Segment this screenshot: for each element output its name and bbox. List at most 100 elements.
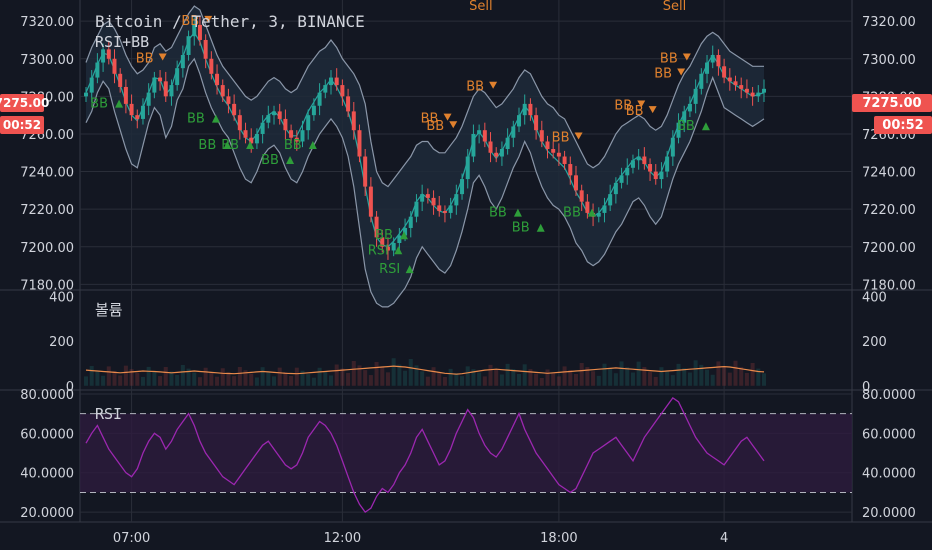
candle-body: [608, 194, 613, 206]
volume-bar: [420, 371, 425, 386]
candle-body: [129, 103, 134, 116]
price-tick-left: 7240.00: [20, 166, 74, 181]
sell-signal-label: BB: [626, 104, 644, 119]
volume-tick-left: 400: [49, 290, 74, 305]
candle-body: [334, 77, 339, 86]
volume-bar: [568, 370, 573, 386]
volume-bar: [226, 372, 231, 386]
volume-bar: [488, 364, 493, 386]
volume-bar: [727, 372, 732, 386]
volume-bar: [220, 368, 225, 386]
volume-bar: [112, 371, 117, 386]
candle-body: [84, 92, 88, 97]
candle-body: [169, 85, 174, 97]
sell-signal-arrow: [489, 81, 498, 89]
volume-bar: [613, 373, 618, 386]
volume-bar: [499, 374, 504, 386]
candle-body: [448, 205, 453, 213]
candle-body: [311, 105, 316, 116]
volume-bar: [135, 372, 140, 386]
volume-bar: [408, 358, 413, 386]
candle-body: [363, 156, 368, 187]
volume-bar: [237, 367, 242, 386]
candle-body: [494, 152, 499, 157]
volume-bar: [665, 371, 670, 386]
volume-bar: [249, 373, 254, 386]
candle-body: [744, 88, 749, 93]
countdown-left: 00:52: [3, 118, 41, 132]
price-tick-right: 7220.00: [862, 203, 916, 218]
volume-bar: [346, 372, 351, 386]
sell-signal-label: BB: [660, 52, 678, 67]
candle-body: [528, 103, 533, 116]
candle-body: [340, 85, 345, 97]
volume-bar: [95, 371, 100, 386]
volume-bar: [534, 373, 539, 386]
volume-bar: [454, 372, 459, 386]
candle-body: [158, 77, 163, 82]
volume-bar: [722, 366, 727, 386]
rsi-band-fill: [80, 413, 852, 493]
chart-canvas[interactable]: Sell SellBBBBBBBBBBBBBBBBBBBBBBBBBB BBBBBB…: [0, 0, 932, 550]
buy-signal-label: BB: [563, 206, 581, 221]
buy-signal-arrow: [513, 208, 522, 217]
rsi-tick-right: 60.0000: [862, 427, 916, 442]
candle-body: [454, 194, 459, 206]
price-tick-left: 7220.00: [20, 203, 74, 218]
sell-signal-label: BB: [466, 80, 484, 95]
candle-body: [220, 85, 225, 97]
buy-signal-label: BB: [677, 119, 695, 134]
volume-bar: [744, 372, 749, 386]
volume-bar: [465, 366, 470, 386]
volume-bar: [254, 377, 259, 386]
candle-body: [163, 81, 168, 97]
candle-body: [306, 115, 311, 131]
candle-body: [687, 103, 692, 112]
volume-bar: [602, 363, 607, 386]
symbol-title[interactable]: Bitcoin / Tether, 3, BINANCE: [95, 12, 365, 31]
rsi-tick-right: 40.0000: [862, 467, 916, 482]
candle-body: [437, 205, 442, 212]
volume-bar: [648, 372, 653, 386]
candle-body: [112, 58, 117, 74]
time-tick-label: 07:00: [113, 531, 150, 546]
candle-body: [283, 118, 288, 131]
volume-bar: [573, 373, 578, 386]
candle-body: [573, 175, 578, 191]
candle-body: [260, 122, 265, 134]
candle-body: [596, 212, 601, 217]
indicator-title[interactable]: RSI+BB: [95, 33, 149, 51]
volume-bar: [140, 376, 145, 386]
rsi-tick-left: 20.0000: [20, 506, 74, 521]
candle-body: [346, 96, 351, 112]
price-tick-left: 7200.00: [20, 241, 74, 256]
trading-chart[interactable]: Sell Sell BB BB BB BB BB BB BB BB BB BB BB BB BB BB BB BB…: [0, 0, 932, 550]
candle-body: [152, 77, 157, 93]
volume-bar: [209, 372, 214, 386]
volume-bar: [317, 367, 322, 386]
volume-bar: [175, 375, 180, 386]
candle-body: [705, 62, 710, 74]
candle-body: [277, 111, 282, 119]
candle-body: [477, 130, 482, 134]
candle-body: [699, 73, 704, 89]
buy-signal-arrow: [701, 122, 710, 131]
candle-body: [556, 152, 561, 157]
volume-bar: [762, 373, 766, 386]
candle-body: [653, 171, 658, 180]
candle-body: [642, 156, 647, 165]
buy-signal-label: RSI: [368, 243, 389, 258]
volume-bar: [351, 360, 356, 386]
candle-body: [482, 130, 487, 142]
volume-bar: [619, 361, 624, 386]
volume-bar: [653, 376, 658, 386]
volume-bar: [733, 360, 738, 386]
candle-body: [425, 194, 430, 198]
volume-bar: [306, 374, 311, 386]
volume-bar: [482, 376, 487, 386]
candle-body: [534, 115, 539, 131]
candle-body: [585, 201, 590, 213]
candle-body: [613, 182, 618, 195]
candle-body: [232, 103, 237, 116]
volume-bar: [425, 376, 430, 386]
